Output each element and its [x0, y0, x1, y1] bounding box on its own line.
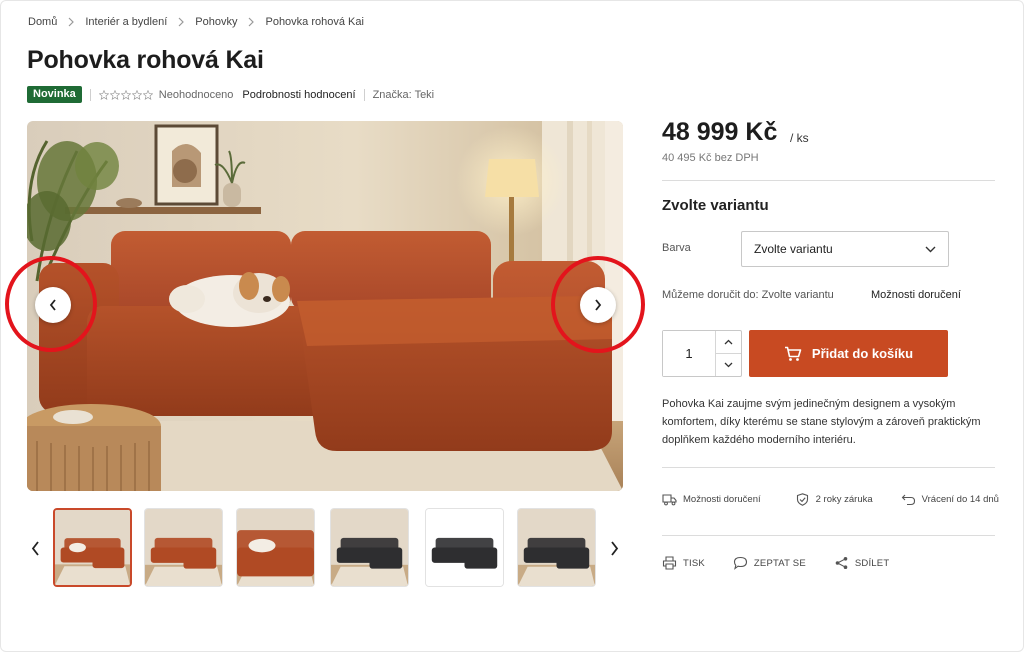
- image-next-button[interactable]: [580, 287, 616, 323]
- color-label: Barva: [662, 242, 691, 254]
- main-product-image[interactable]: [27, 121, 623, 491]
- thumbnail-image: [237, 509, 314, 586]
- thumbnail-1[interactable]: [53, 508, 132, 587]
- sofa-photo: [27, 121, 623, 491]
- star-icon: [98, 89, 109, 100]
- thumbnail-image: [426, 509, 503, 586]
- breadcrumb-interior[interactable]: Interiér a bydlení: [85, 16, 167, 28]
- color-select[interactable]: Zvolte variantu: [741, 231, 949, 267]
- chevron-right-icon: [610, 540, 618, 556]
- thumbnails-prev-button[interactable]: [28, 538, 42, 558]
- rating-stars: [98, 89, 153, 100]
- feature-returns[interactable]: Vrácení do 14 dnů: [901, 493, 999, 506]
- divider: [662, 180, 995, 181]
- thumbnail-image: [145, 509, 222, 586]
- star-icon: [109, 89, 120, 100]
- chevron-down-icon: [724, 362, 733, 368]
- product-title: Pohovka rohová Kai: [27, 46, 264, 74]
- variant-heading: Zvolte variantu: [662, 197, 769, 214]
- new-badge: Novinka: [27, 86, 82, 103]
- chevron-left-icon: [31, 540, 39, 556]
- breadcrumb-home[interactable]: Domů: [28, 16, 57, 28]
- feature-returns-label: Vrácení do 14 dnů: [921, 494, 999, 505]
- shield-check-icon: [796, 493, 808, 506]
- divider: [662, 467, 995, 468]
- chat-bubble-icon: [733, 556, 747, 570]
- share-label: SDÍLET: [854, 557, 890, 569]
- thumbnail-4[interactable]: [330, 508, 409, 587]
- return-arrow-icon: [901, 494, 915, 506]
- thumbnail-image: [55, 510, 130, 585]
- truck-icon: [662, 494, 677, 506]
- price-unit: / ks: [790, 131, 809, 145]
- quantity-input[interactable]: [663, 331, 715, 376]
- cart-icon: [784, 346, 802, 361]
- breadcrumb-sofas[interactable]: Pohovky: [195, 16, 237, 28]
- divider: [363, 88, 365, 101]
- chevron-right-icon: [595, 299, 602, 311]
- color-select-value: Zvolte variantu: [754, 242, 833, 256]
- thumbnail-5[interactable]: [425, 508, 504, 587]
- quantity-step-buttons: [715, 331, 741, 376]
- chevron-down-icon: [925, 246, 936, 252]
- delivery-info: Můžeme doručit do: Zvolte variantu: [662, 289, 834, 301]
- chevron-left-icon: [49, 299, 56, 311]
- thumbnail-6[interactable]: [517, 508, 596, 587]
- chevron-right-icon: [67, 17, 75, 27]
- thumbnail-image: [518, 509, 595, 586]
- quantity-decrease-button[interactable]: [716, 353, 741, 376]
- add-to-cart-button[interactable]: Přidat do košíku: [749, 330, 948, 377]
- share-button[interactable]: SDÍLET: [834, 556, 889, 570]
- rating-details-link[interactable]: Podrobnosti hodnocení: [242, 89, 355, 101]
- brand-link[interactable]: Značka: Teki: [373, 89, 435, 101]
- quantity-stepper: [662, 330, 742, 377]
- breadcrumb-current: Pohovka rohová Kai: [265, 16, 364, 28]
- thumbnail-3[interactable]: [236, 508, 315, 587]
- thumbnails-next-button[interactable]: [607, 538, 621, 558]
- ask-question-label: ZEPTAT SE: [753, 557, 806, 569]
- print-button[interactable]: TISK: [662, 556, 705, 570]
- price: 48 999 Kč: [662, 118, 778, 146]
- product-description: Pohovka Kai zaujme svým jedinečným desig…: [662, 398, 981, 446]
- image-prev-button[interactable]: [35, 287, 71, 323]
- star-icon: [120, 89, 131, 100]
- price-without-vat: 40 495 Kč bez DPH: [662, 152, 759, 164]
- action-list: TISK ZEPTAT SE SDÍLET: [662, 556, 889, 570]
- thumbnail-image: [331, 509, 408, 586]
- breadcrumb: Domů Interiér a bydlení Pohovky Pohovka …: [28, 16, 364, 28]
- delivery-options-link[interactable]: Možnosti doručení: [871, 289, 961, 301]
- feature-warranty-label: 2 roky záruka: [815, 494, 873, 505]
- divider: [662, 535, 995, 536]
- chevron-right-icon: [247, 17, 255, 27]
- add-to-cart-label: Přidat do košíku: [811, 346, 914, 361]
- thumbnail-2[interactable]: [144, 508, 223, 587]
- chevron-up-icon: [724, 339, 733, 345]
- printer-icon: [662, 556, 677, 570]
- product-meta: Novinka Neohodnoceno Podrobnosti hodnoce…: [27, 86, 434, 103]
- feature-delivery[interactable]: Možnosti doručení: [662, 493, 761, 506]
- feature-delivery-label: Možnosti doručení: [683, 494, 761, 505]
- quantity-increase-button[interactable]: [716, 331, 741, 353]
- ask-question-button[interactable]: ZEPTAT SE: [733, 556, 806, 570]
- feature-list: Možnosti doručení 2 roky záruka Vrácení …: [662, 493, 999, 506]
- divider: [89, 88, 91, 101]
- share-icon: [835, 557, 848, 569]
- star-icon: [142, 89, 153, 100]
- chevron-right-icon: [177, 17, 185, 27]
- feature-warranty[interactable]: 2 roky záruka: [795, 493, 873, 506]
- star-icon: [131, 89, 142, 100]
- rating-text: Neohodnoceno: [158, 88, 234, 101]
- print-label: TISK: [683, 557, 705, 569]
